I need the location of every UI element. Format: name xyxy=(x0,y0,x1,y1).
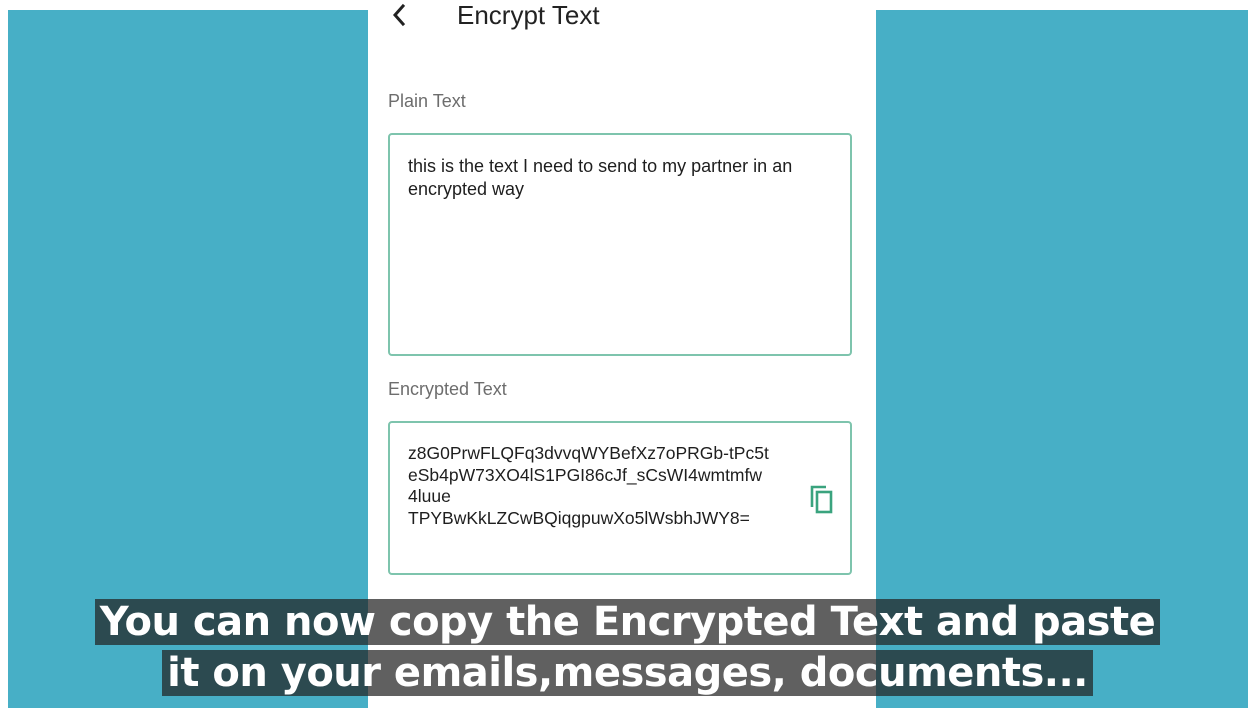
plain-text-label: Plain Text xyxy=(388,91,466,111)
subtitle-line-1: You can now copy the Encrypted Text and … xyxy=(0,597,1255,647)
chevron-left-icon xyxy=(392,3,406,27)
plain-text-input[interactable]: this is the text I need to send to my pa… xyxy=(388,133,852,356)
page-title: Encrypt Text xyxy=(457,0,600,30)
encrypted-text-label: Encrypted Text xyxy=(388,379,507,399)
encrypted-text-value: z8G0PrwFLQFq3dvvqWYBefXz7oPRGb-tPc5t eSb… xyxy=(408,443,798,529)
encrypted-line: z8G0PrwFLQFq3dvvqWYBefXz7oPRGb-tPc5t xyxy=(408,443,769,463)
subtitle-line-2: it on your emails,messages, documents... xyxy=(0,648,1255,698)
plain-text-value: this is the text I need to send to my pa… xyxy=(408,156,793,199)
copy-icon xyxy=(810,485,833,514)
encrypted-line: 4luue xyxy=(408,486,451,506)
encrypted-line: TPYBwKkLZCwBQiqgpuwXo5lWsbhJWY8= xyxy=(408,507,750,528)
encrypted-text-field[interactable]: z8G0PrwFLQFq3dvvqWYBefXz7oPRGb-tPc5t eSb… xyxy=(388,421,852,575)
subtitle-text: You can now copy the Encrypted Text and … xyxy=(94,599,1161,645)
subtitle-text: it on your emails,messages, documents... xyxy=(162,650,1093,696)
copy-button[interactable] xyxy=(808,483,838,517)
encrypted-line: eSb4pW73XO4lS1PGI86cJf_sCsWI4wmtmfw xyxy=(408,464,763,485)
back-button[interactable] xyxy=(384,0,414,30)
